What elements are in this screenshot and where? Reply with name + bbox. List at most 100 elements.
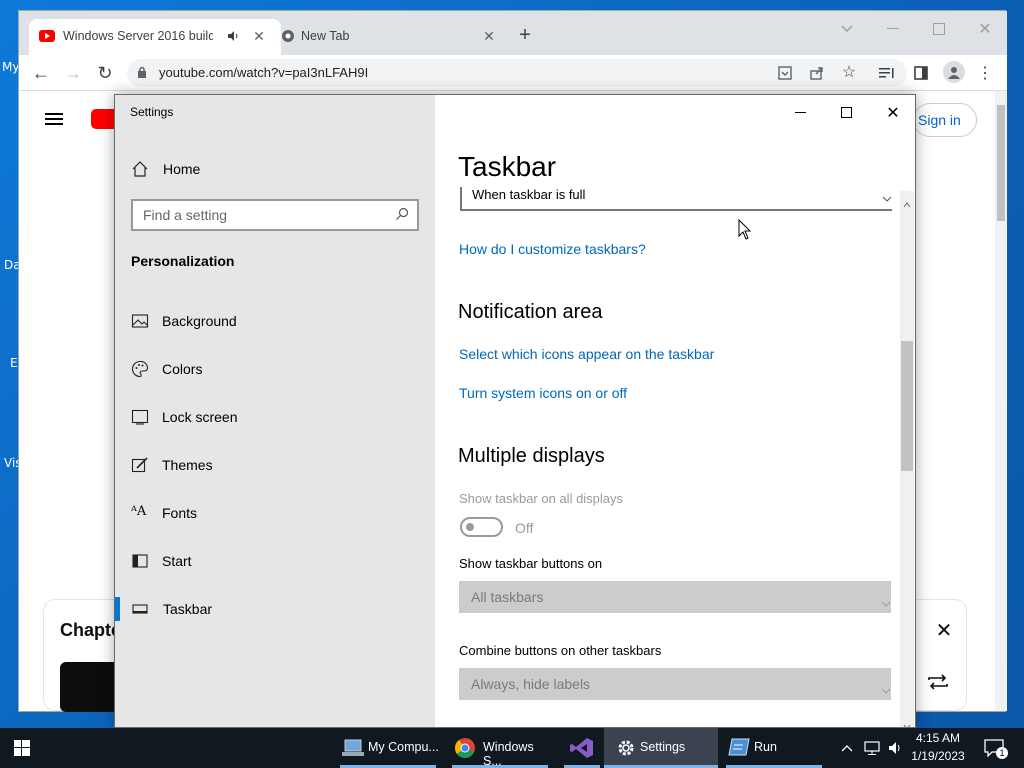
- chapters-title: Chapte: [60, 620, 122, 640]
- chevron-down-icon: [881, 681, 891, 697]
- speaker-icon[interactable]: [225, 28, 241, 44]
- combine-other-select[interactable]: Always, hide labels: [459, 668, 891, 700]
- more-menu-icon[interactable]: ⋮: [975, 63, 995, 83]
- nav-lock-screen[interactable]: Lock screen: [115, 395, 435, 439]
- system-icons-link[interactable]: Turn system icons on or off: [459, 385, 627, 401]
- nav-start[interactable]: Start: [115, 539, 435, 583]
- chrome-icon: [454, 737, 476, 762]
- close-icon[interactable]: ✕: [932, 618, 956, 642]
- star-icon[interactable]: ☆: [839, 62, 859, 82]
- install-icon[interactable]: [775, 63, 795, 83]
- mouse-cursor-icon: [738, 218, 752, 246]
- settings-sidebar: Settings Home Find a setting Personaliza…: [115, 95, 435, 727]
- maximize-icon[interactable]: [837, 103, 857, 123]
- taskbar-item-my-computer[interactable]: My Compu...: [336, 728, 440, 768]
- reload-icon[interactable]: ↻: [95, 63, 115, 83]
- close-tab-icon[interactable]: ✕: [251, 28, 267, 44]
- content-scrollbar[interactable]: [900, 191, 914, 727]
- clock-date[interactable]: 1/19/2023: [910, 749, 966, 763]
- selection-indicator: [115, 597, 120, 621]
- combine-taskbar-select[interactable]: When taskbar is full: [460, 187, 892, 211]
- desktop-icon-label[interactable]: E: [10, 356, 18, 370]
- select-icons-link[interactable]: Select which icons appear on the taskbar: [459, 346, 714, 362]
- scroll-up-icon[interactable]: [903, 195, 911, 213]
- side-panel-icon[interactable]: [911, 63, 931, 83]
- loop-icon[interactable]: [924, 670, 952, 694]
- gear-icon: [616, 738, 636, 761]
- palette-icon: [131, 360, 149, 378]
- computer-icon: [342, 738, 364, 761]
- font-icon: ᴬA: [131, 504, 147, 519]
- show-all-displays-toggle[interactable]: [460, 517, 503, 537]
- tab-title: Windows Server 2016 build t: [63, 29, 213, 43]
- chevron-down-icon: [881, 594, 891, 610]
- window-title: Settings: [130, 105, 174, 119]
- search-placeholder: Find a setting: [143, 207, 228, 223]
- chevron-up-icon[interactable]: [838, 738, 856, 758]
- chapter-thumbnail[interactable]: [60, 662, 120, 712]
- tab-title: New Tab: [301, 29, 350, 43]
- notification-area-heading: Notification area: [458, 301, 603, 323]
- forward-icon[interactable]: →: [63, 63, 83, 83]
- url-text: youtube.com/watch?v=paI3nLFAH9I: [159, 65, 369, 80]
- sign-in-button[interactable]: Sign in: [913, 103, 977, 137]
- section-heading: Personalization: [131, 253, 235, 269]
- close-tab-icon[interactable]: ✕: [481, 28, 497, 44]
- windows-start-icon[interactable]: [12, 738, 32, 758]
- back-icon[interactable]: ←: [31, 63, 51, 83]
- scroll-down-icon[interactable]: [903, 717, 911, 727]
- taskbar-icon: [131, 600, 149, 618]
- settings-window: Settings Home Find a setting Personaliza…: [114, 94, 916, 728]
- share-icon[interactable]: [807, 63, 827, 83]
- taskbar-item-chrome[interactable]: Windows S...: [448, 728, 552, 768]
- profile-avatar[interactable]: [943, 61, 965, 83]
- nav-themes[interactable]: Themes: [115, 443, 435, 487]
- home-icon: [131, 160, 149, 178]
- notification-badge: 1: [996, 747, 1008, 759]
- start-icon: [131, 552, 149, 570]
- taskbar-item-settings[interactable]: Settings: [604, 728, 718, 768]
- address-bar[interactable]: youtube.com/watch?v=paI3nLFAH9I ☆: [127, 59, 907, 87]
- hamburger-menu-icon[interactable]: [45, 111, 65, 127]
- minimize-icon[interactable]: [791, 103, 811, 123]
- tab-new-tab[interactable]: New Tab ✕: [281, 19, 503, 55]
- tab-strip: Windows Server 2016 build t ✕ New Tab ✕ …: [19, 11, 1007, 55]
- multiple-displays-heading: Multiple displays: [458, 445, 605, 467]
- run-icon: [728, 738, 750, 759]
- lock-screen-icon: [131, 408, 149, 426]
- desktop-icon-label[interactable]: My: [2, 60, 19, 74]
- chevron-down-icon[interactable]: [837, 19, 857, 39]
- network-icon[interactable]: [862, 738, 882, 758]
- tab-youtube[interactable]: Windows Server 2016 build t ✕: [29, 19, 281, 55]
- volume-icon[interactable]: [886, 738, 906, 758]
- customize-link[interactable]: How do I customize taskbars?: [459, 241, 646, 257]
- search-icon[interactable]: [395, 207, 411, 223]
- nav-background[interactable]: Background: [115, 299, 435, 343]
- youtube-icon: [39, 30, 55, 42]
- close-icon[interactable]: ✕: [975, 19, 995, 39]
- nav-colors[interactable]: Colors: [115, 347, 435, 391]
- nav-fonts[interactable]: ᴬA Fonts: [115, 491, 435, 535]
- toggle-state: Off: [515, 520, 534, 536]
- nav-home[interactable]: Home: [115, 147, 435, 191]
- nav-taskbar[interactable]: Taskbar: [115, 587, 435, 631]
- page-scrollbar[interactable]: [995, 91, 1007, 711]
- scrollbar-thumb[interactable]: [901, 341, 913, 471]
- search-input[interactable]: Find a setting: [131, 199, 419, 231]
- combine-other-label: Combine buttons on other taskbars: [459, 643, 662, 658]
- new-tab-button[interactable]: +: [515, 24, 535, 46]
- chrome-icon: [281, 29, 297, 45]
- show-all-displays-label: Show taskbar on all displays: [459, 491, 624, 506]
- image-icon: [131, 312, 149, 330]
- chevron-down-icon: [882, 189, 892, 207]
- close-icon[interactable]: ✕: [883, 103, 903, 123]
- taskbar-item-run[interactable]: Run: [722, 728, 826, 768]
- taskbar-item-visual-studio[interactable]: [560, 728, 604, 768]
- media-control-icon[interactable]: [877, 63, 897, 83]
- visual-studio-icon: [570, 737, 594, 762]
- page-title: Taskbar: [458, 151, 557, 182]
- clock-time[interactable]: 4:15 AM: [912, 731, 964, 745]
- maximize-icon[interactable]: [929, 19, 949, 39]
- buttons-on-select[interactable]: All taskbars: [459, 581, 891, 613]
- minimize-icon[interactable]: [883, 19, 903, 39]
